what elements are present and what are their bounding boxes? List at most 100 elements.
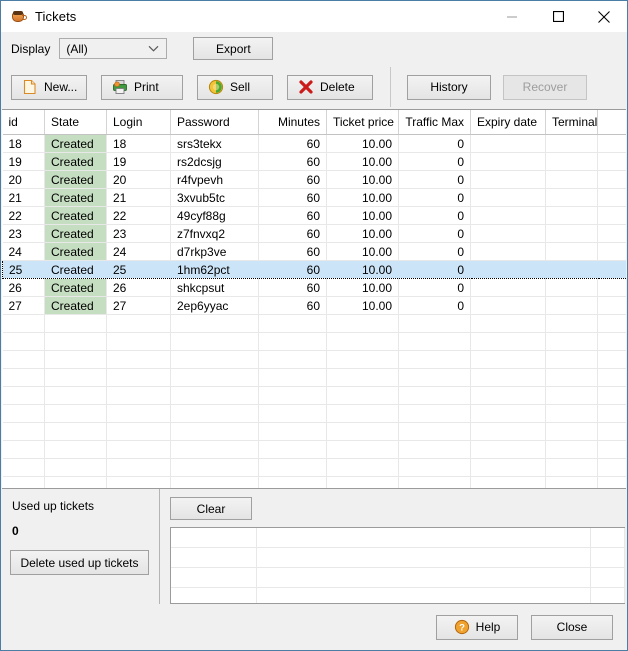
column-header-filler[interactable] xyxy=(597,110,626,135)
cell-expiry-date[interactable] xyxy=(470,170,546,189)
cell-expiry-date[interactable] xyxy=(470,206,546,225)
column-header-terminal[interactable]: Terminal xyxy=(545,110,598,135)
table-row[interactable]: 25 Created 25 1hm62pct 60 10.00 0 xyxy=(2,260,626,279)
table-row[interactable]: 19 Created 19 rs2dcsjg 60 10.00 0 xyxy=(2,152,626,171)
column-header-id[interactable]: id xyxy=(2,110,45,135)
cell-expiry-date[interactable] xyxy=(470,134,546,153)
cell-state[interactable]: Created xyxy=(44,260,107,279)
cell-expiry-date[interactable] xyxy=(470,278,546,297)
delete-used-up-tickets-button[interactable]: Delete used up tickets xyxy=(10,550,149,575)
cell-minutes[interactable]: 60 xyxy=(258,206,327,225)
close-icon[interactable] xyxy=(581,1,627,32)
cell-expiry-date[interactable] xyxy=(470,242,546,261)
cell-login[interactable]: 25 xyxy=(106,260,171,279)
column-header-traffic-max[interactable]: Traffic Max xyxy=(398,110,471,135)
table-row[interactable]: 24 Created 24 d7rkp3ve 60 10.00 0 xyxy=(2,242,626,261)
display-filter-select[interactable]: (All) xyxy=(59,38,168,59)
clear-button[interactable]: Clear xyxy=(170,497,252,520)
cell-minutes[interactable]: 60 xyxy=(258,152,327,171)
cell-terminal[interactable] xyxy=(545,242,598,261)
table-row[interactable]: 27 Created 27 2ep6yyac 60 10.00 0 xyxy=(2,296,626,315)
cell-id[interactable]: 24 xyxy=(2,242,45,261)
cell-ticket-price[interactable]: 10.00 xyxy=(326,134,399,153)
column-header-state[interactable]: State xyxy=(44,110,107,135)
cell-password[interactable]: 2ep6yyac xyxy=(170,296,259,315)
cell-login[interactable]: 19 xyxy=(106,152,171,171)
log-grid-container[interactable] xyxy=(170,527,625,604)
cell-terminal[interactable] xyxy=(545,260,598,279)
cell-terminal[interactable] xyxy=(545,170,598,189)
cell-login[interactable]: 22 xyxy=(106,206,171,225)
table-row[interactable]: 23 Created 23 z7fnvxq2 60 10.00 0 xyxy=(2,224,626,243)
cell-terminal[interactable] xyxy=(545,152,598,171)
column-header-login[interactable]: Login xyxy=(106,110,171,135)
history-button[interactable]: History xyxy=(407,74,491,100)
cell-ticket-price[interactable]: 10.00 xyxy=(326,260,399,279)
cell-traffic-max[interactable]: 0 xyxy=(398,134,471,153)
column-header-password[interactable]: Password xyxy=(170,110,259,135)
cell-minutes[interactable]: 60 xyxy=(258,134,327,153)
cell-traffic-max[interactable]: 0 xyxy=(398,152,471,171)
cell-traffic-max[interactable]: 0 xyxy=(398,206,471,225)
cell-state[interactable]: Created xyxy=(44,134,107,153)
cell-minutes[interactable]: 60 xyxy=(258,224,327,243)
cell-expiry-date[interactable] xyxy=(470,224,546,243)
cell-minutes[interactable]: 60 xyxy=(258,242,327,261)
cell-login[interactable]: 23 xyxy=(106,224,171,243)
cell-expiry-date[interactable] xyxy=(470,260,546,279)
table-row[interactable]: 20 Created 20 r4fvpevh 60 10.00 0 xyxy=(2,170,626,189)
log-row[interactable] xyxy=(171,528,625,548)
cell-id[interactable]: 18 xyxy=(2,134,45,153)
cell-state[interactable]: Created xyxy=(44,296,107,315)
table-row-empty[interactable] xyxy=(2,368,626,387)
export-button[interactable]: Export xyxy=(193,37,274,60)
table-row-empty[interactable] xyxy=(2,476,626,488)
tickets-table-container[interactable]: id State Login Password Minutes Ticket p… xyxy=(2,109,626,489)
table-row-empty[interactable] xyxy=(2,350,626,369)
cell-ticket-price[interactable]: 10.00 xyxy=(326,152,399,171)
cell-login[interactable]: 20 xyxy=(106,170,171,189)
cell-state[interactable]: Created xyxy=(44,242,107,261)
cell-terminal[interactable] xyxy=(545,206,598,225)
cell-terminal[interactable] xyxy=(545,296,598,315)
table-row-empty[interactable] xyxy=(2,440,626,459)
cell-password[interactable]: d7rkp3ve xyxy=(170,242,259,261)
cell-password[interactable]: r4fvpevh xyxy=(170,170,259,189)
cell-id[interactable]: 19 xyxy=(2,152,45,171)
cell-traffic-max[interactable]: 0 xyxy=(398,296,471,315)
table-row-empty[interactable] xyxy=(2,404,626,423)
cell-terminal[interactable] xyxy=(545,278,598,297)
cell-password[interactable]: z7fnvxq2 xyxy=(170,224,259,243)
column-header-ticket-price[interactable]: Ticket price xyxy=(326,110,399,135)
cell-id[interactable]: 25 xyxy=(2,260,45,279)
table-row-empty[interactable] xyxy=(2,314,626,333)
table-row-empty[interactable] xyxy=(2,332,626,351)
cell-ticket-price[interactable]: 10.00 xyxy=(326,296,399,315)
cell-login[interactable]: 21 xyxy=(106,188,171,207)
table-row[interactable]: 21 Created 21 3xvub5tc 60 10.00 0 xyxy=(2,188,626,207)
cell-password[interactable]: rs2dcsjg xyxy=(170,152,259,171)
table-row-empty[interactable] xyxy=(2,386,626,405)
cell-password[interactable]: 49cyf88g xyxy=(170,206,259,225)
table-row[interactable]: 22 Created 22 49cyf88g 60 10.00 0 xyxy=(2,206,626,225)
cell-login[interactable]: 24 xyxy=(106,242,171,261)
cell-login[interactable]: 27 xyxy=(106,296,171,315)
cell-traffic-max[interactable]: 0 xyxy=(398,260,471,279)
cell-ticket-price[interactable]: 10.00 xyxy=(326,206,399,225)
cell-ticket-price[interactable]: 10.00 xyxy=(326,188,399,207)
cell-terminal[interactable] xyxy=(545,224,598,243)
cell-id[interactable]: 20 xyxy=(2,170,45,189)
cell-expiry-date[interactable] xyxy=(470,296,546,315)
cell-state[interactable]: Created xyxy=(44,188,107,207)
print-button[interactable]: Print xyxy=(101,74,183,100)
cell-id[interactable]: 22 xyxy=(2,206,45,225)
cell-id[interactable]: 27 xyxy=(2,296,45,315)
cell-state[interactable]: Created xyxy=(44,170,107,189)
log-row[interactable] xyxy=(171,567,625,588)
help-button[interactable]: ? Help xyxy=(436,614,518,640)
log-row[interactable] xyxy=(171,547,625,568)
column-header-minutes[interactable]: Minutes xyxy=(258,110,327,135)
cell-login[interactable]: 26 xyxy=(106,278,171,297)
cell-minutes[interactable]: 60 xyxy=(258,170,327,189)
cell-traffic-max[interactable]: 0 xyxy=(398,278,471,297)
